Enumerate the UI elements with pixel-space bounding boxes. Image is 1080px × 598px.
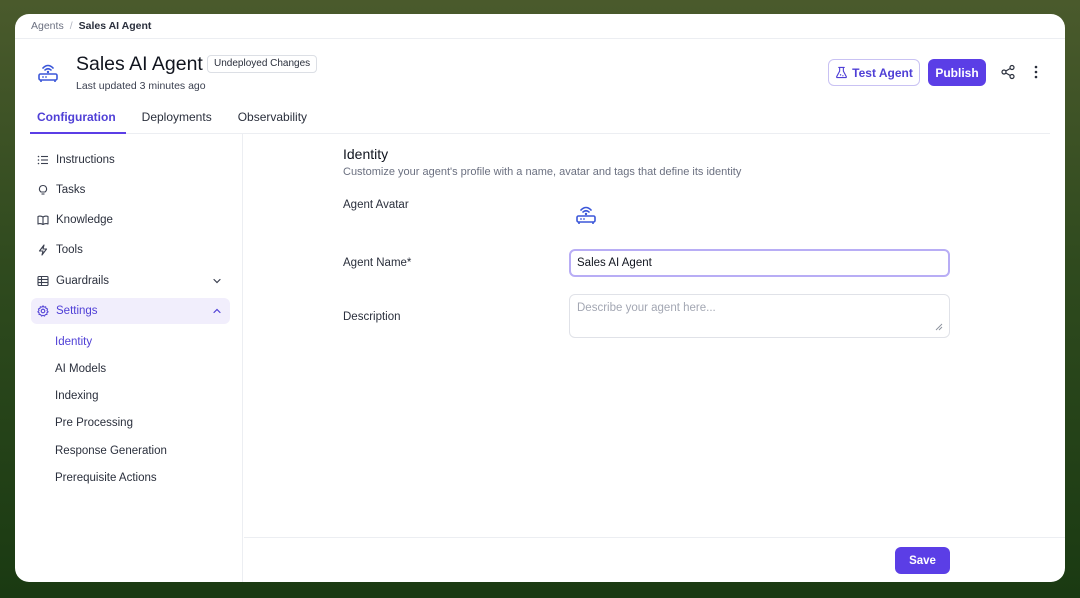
description-label: Description <box>343 311 401 323</box>
bolt-icon <box>38 244 48 256</box>
breadcrumb-agents-link[interactable]: Agents <box>31 20 64 32</box>
share-icon[interactable] <box>1000 64 1016 80</box>
sidebar-item-label: Tools <box>56 244 83 256</box>
gear-icon <box>37 305 49 317</box>
description-input[interactable] <box>569 294 950 338</box>
agent-name-label: Agent Name* <box>343 257 412 269</box>
app-window: Agents / Sales AI Agent Sales AI Agent U… <box>15 14 1065 582</box>
settings-sub-pre-processing[interactable]: Pre Processing <box>55 417 133 429</box>
sidebar-item-tools[interactable]: Tools <box>31 237 230 263</box>
more-vertical-icon[interactable] <box>1028 64 1044 80</box>
list-icon <box>37 155 48 165</box>
breadcrumb-current: Sales AI Agent <box>78 20 152 32</box>
status-badge: Undeployed Changes <box>207 55 318 73</box>
sidebar: Instructions Tasks Knowledge Tools Guard… <box>15 134 243 582</box>
test-agent-label: Test Agent <box>852 65 913 80</box>
sidebar-item-settings[interactable]: Settings <box>31 298 230 324</box>
tab-deployments[interactable]: Deployments <box>132 106 222 134</box>
breadcrumb: Agents / Sales AI Agent <box>15 14 1065 39</box>
sidebar-item-knowledge[interactable]: Knowledge <box>31 207 230 233</box>
footer-bar: Save <box>244 537 1065 582</box>
lightbulb-icon <box>38 184 48 195</box>
flask-icon <box>836 66 848 79</box>
sidebar-item-label: Settings <box>56 305 98 317</box>
breadcrumb-separator: / <box>69 20 73 32</box>
save-button[interactable]: Save <box>895 547 950 574</box>
sidebar-item-label: Knowledge <box>56 214 113 226</box>
tab-configuration[interactable]: Configuration <box>30 106 126 134</box>
settings-sub-prerequisite-actions[interactable]: Prerequisite Actions <box>55 472 157 484</box>
section-title: Identity <box>343 146 389 162</box>
router-icon <box>38 64 58 82</box>
settings-sub-response-generation[interactable]: Response Generation <box>55 445 167 457</box>
sidebar-item-tasks[interactable]: Tasks <box>31 177 230 203</box>
sidebar-item-instructions[interactable]: Instructions <box>31 147 230 173</box>
settings-sub-indexing[interactable]: Indexing <box>55 390 98 402</box>
settings-sub-ai-models[interactable]: AI Models <box>55 363 106 375</box>
publish-button[interactable]: Publish <box>928 59 986 86</box>
chevron-up-icon[interactable] <box>212 306 222 316</box>
tab-observability[interactable]: Observability <box>228 106 317 134</box>
last-updated-text: Last updated 3 minutes ago <box>76 80 206 92</box>
page-title: Sales AI Agent <box>76 53 203 75</box>
router-icon[interactable] <box>573 201 599 227</box>
identity-panel: Identity Customize your agent's profile … <box>244 134 1065 582</box>
chevron-down-icon[interactable] <box>212 276 222 286</box>
page-header: Sales AI Agent Undeployed Changes Last u… <box>15 39 1065 109</box>
tab-bar: Configuration Deployments Observability <box>30 106 1050 134</box>
avatar-label: Agent Avatar <box>343 199 409 211</box>
table-icon <box>37 275 49 287</box>
sidebar-item-label: Instructions <box>56 154 115 166</box>
resize-handle-icon[interactable] <box>935 323 943 331</box>
test-agent-button[interactable]: Test Agent <box>828 59 920 86</box>
book-icon <box>37 215 49 226</box>
section-description: Customize your agent's profile with a na… <box>343 166 742 178</box>
settings-sub-identity[interactable]: Identity <box>55 336 92 348</box>
agent-name-input[interactable] <box>569 249 950 277</box>
sidebar-item-label: Guardrails <box>56 275 110 287</box>
sidebar-item-guardrails[interactable]: Guardrails <box>31 268 230 294</box>
sidebar-item-label: Tasks <box>56 184 86 196</box>
